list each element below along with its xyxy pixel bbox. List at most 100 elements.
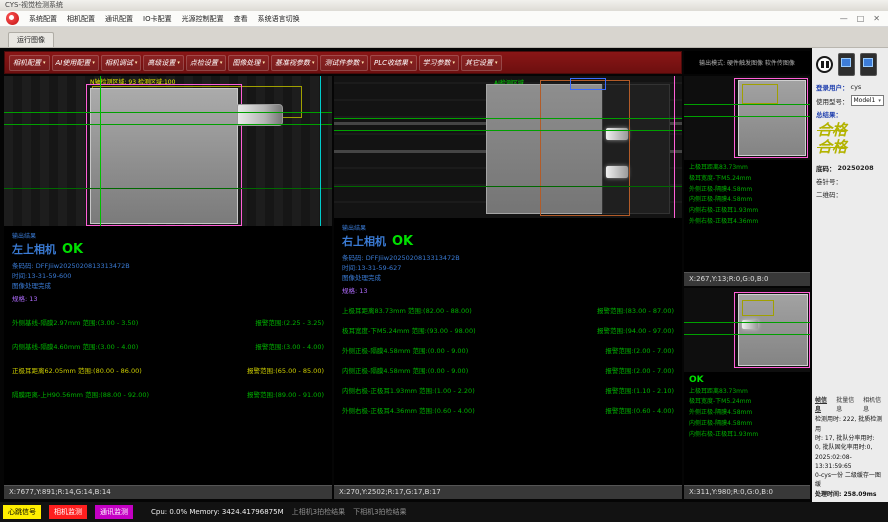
measure-line (684, 322, 810, 323)
measure-line (4, 112, 332, 113)
pause-button[interactable] (816, 56, 833, 73)
roi-rectangle-yellow (742, 300, 774, 316)
toolbar: 相机配置▾ AI使用配置▾ 相机调试▾ 高级设置▾ 点检设置▾ 图像处理▾ 基准… (4, 51, 682, 74)
ok-status: OK (689, 375, 805, 387)
camera-2-icon-button[interactable] (860, 53, 877, 76)
measure-line-vertical (100, 76, 101, 226)
camera-title: 左上相机 (12, 241, 56, 257)
stats-line: 0-cys一份 二级缓存一图缓 (815, 471, 886, 490)
measure-line (334, 118, 682, 119)
measurement-row: 极耳宽度-下M5.24mm 范围:(93.00 - 98.00)报警范围:(94… (342, 325, 674, 335)
qr-label: 二维码： (816, 189, 842, 199)
preview-camera-1: 上极耳距离83.73mm 极耳宽度-下M5.24mm 外侧正极-隔膜4.58mm… (684, 76, 810, 286)
measure-line (4, 188, 332, 189)
stats-tab-frame[interactable]: 帧信息 (815, 395, 832, 413)
time-line: 时间:13-31-59-627 (342, 263, 674, 273)
barcode-line: 条码码: DFFJiiw2025020813313472B (342, 253, 674, 263)
minimize-button[interactable]: — (840, 14, 848, 23)
trigger-mode-info: 输出模式: 硬件触发图像 软件传图像 (684, 51, 810, 74)
roi-rectangle-orange (540, 80, 630, 216)
measure-line (684, 116, 810, 117)
code-label: 底码： (816, 163, 836, 173)
stats-block: 帧信息 批量信息 相机信息 检测用时: 222, 批质检测用 时: 17, 批队… (815, 395, 886, 499)
heartbeat-indicator: 心跳信号 (3, 505, 41, 519)
menu-camera-config[interactable]: 相机配置 (67, 14, 95, 24)
menu-system-config[interactable]: 系统配置 (29, 14, 57, 24)
chevron-down-icon: ▾ (312, 60, 315, 66)
comm-monitor-indicator: 通讯监测 (95, 505, 133, 519)
menu-io-config[interactable]: IO卡配置 (143, 14, 172, 24)
measure-line (334, 130, 682, 131)
measurement-row: 外侧正极-隔膜4.58mm 范围:(0.00 - 9.00)报警范围:(2.00… (342, 345, 674, 355)
toolbar-spot-check-settings[interactable]: 点检设置▾ (186, 55, 227, 71)
right-camera-image[interactable]: AI检测区域 (334, 76, 682, 218)
chevron-down-icon: ▾ (495, 60, 498, 66)
stats-tab-batch[interactable]: 批量信息 (836, 395, 859, 413)
camera-1-icon-button[interactable] (838, 53, 855, 76)
preview-1-results: 上极耳距离83.73mm 极耳宽度-下M5.24mm 外侧正极-隔膜4.58mm… (684, 160, 810, 272)
measurement-row: 外侧基线-隔膜2.97mm 范围:(3.00 - 3.50)报警范围:(2.25… (12, 317, 324, 327)
measurement-row: 内侧正极-隔膜4.58mm 范围:(0.00 - 9.00)报警范围:(2.00… (342, 365, 674, 375)
stats-tab-camera[interactable]: 相机信息 (863, 395, 886, 413)
measure-line (334, 186, 682, 187)
window-controls: — □ ✕ (840, 14, 888, 23)
measurement-row-warning: 正极耳距离62.05mm 范围:(80.00 - 86.00)报警范围:(65.… (12, 365, 324, 375)
process-time-line: 处理时间: 258.09ms (815, 490, 886, 499)
measurement-row: 内侧基线-隔膜4.60mm 范围:(3.00 - 4.00)报警范围:(3.00… (12, 341, 324, 351)
stats-tabs: 帧信息 批量信息 相机信息 (815, 395, 886, 413)
spec-line: 规格: 13 (342, 285, 674, 295)
toolbar-baseline-params[interactable]: 基准视参数▾ (271, 55, 319, 71)
maximize-button[interactable]: □ (857, 14, 865, 23)
chevron-down-icon: ▾ (135, 60, 138, 66)
close-button[interactable]: ✕ (873, 14, 880, 23)
toolbar-advanced-settings[interactable]: 高级设置▾ (143, 55, 184, 71)
toolbar-camera-debug[interactable]: 相机调试▾ (101, 55, 142, 71)
menu-light-config[interactable]: 光源控制配置 (182, 14, 224, 24)
toolbar-image-processing[interactable]: 图像处理▾ (228, 55, 269, 71)
needle-label: 卷针号： (816, 176, 842, 186)
measurement-row: 上极耳距离83.73mm 范围:(82.00 - 88.00)报警范围:(83.… (342, 305, 674, 315)
roi-rectangle-yellow (742, 84, 778, 104)
user-label: 登录用户： (816, 82, 849, 92)
tab-run-image[interactable]: 运行图像 (8, 32, 54, 47)
model-label: 使用型号： (816, 96, 849, 106)
toolbar-ai-use-config[interactable]: AI使用配置▾ (52, 55, 99, 71)
preview-2-results: OK 上极耳距离83.73mm 极耳宽度-下M5.24mm 外侧正极-隔膜4.5… (684, 372, 810, 485)
left-camera-image[interactable]: N轴检测区域: 93 检测区域:100 (4, 76, 332, 226)
inspected-part (90, 88, 238, 224)
stats-line: 检测用时: 222, 批质检测用 (815, 415, 886, 434)
toolbar-test-piece-params[interactable]: 测试件参数▾ (320, 55, 368, 71)
left-pixel-coord-bar: X:7677,Y:891;R:14,G:14,B:14 (4, 485, 332, 499)
menu-language-switch[interactable]: 系统语言切换 (258, 14, 300, 24)
toolbar-camera-config[interactable]: 相机配置▾ (9, 55, 50, 71)
process-status: 图像处理完成 (342, 273, 674, 283)
measure-line (684, 104, 810, 105)
main-content: 相机配置▾ AI使用配置▾ 相机调试▾ 高级设置▾ 点检设置▾ 图像处理▾ 基准… (0, 48, 888, 502)
menu-comm-config[interactable]: 通讯配置 (105, 14, 133, 24)
stats-line: 0, 批队固化率用时:0, (815, 443, 886, 452)
preview-1-image[interactable] (684, 76, 810, 160)
window-title: CYS-视觉检测系统 (5, 1, 63, 9)
menubar: 系统配置 相机配置 通讯配置 IO卡配置 光源控制配置 查看 系统语言切换 — … (0, 11, 888, 27)
chevron-down-icon: ▾ (177, 60, 180, 66)
pause-icon (826, 61, 829, 68)
cpu-memory-status: Cpu: 0.0% Memory: 3424.41796875M (151, 508, 284, 516)
run-controls (816, 53, 885, 76)
total-result-label: 总结果： (816, 109, 842, 119)
preview-2-coord-bar: X:311,Y:980;R:0,G:0,B:0 (684, 485, 810, 499)
camera-monitor-indicator: 相机监测 (49, 505, 87, 519)
menu-view[interactable]: 查看 (234, 14, 248, 24)
chevron-down-icon: ▾ (220, 60, 223, 66)
titlebar: CYS-视觉检测系统 (0, 0, 888, 11)
preview-2-image[interactable] (684, 288, 810, 372)
model-select[interactable]: Model1 ▾ (851, 95, 884, 106)
preview-camera-2: OK 上极耳距离83.73mm 极耳宽度-下M5.24mm 外侧正极-隔膜4.5… (684, 288, 810, 499)
upper-camera-result-status: 上相机3拍检结果 (292, 507, 345, 517)
toolbar-other-settings[interactable]: 其它设置▾ (461, 55, 502, 71)
stats-line: 2025:02:08-13:31:59:65 (815, 453, 886, 472)
app-logo-icon (6, 12, 19, 25)
barcode-line: 条码码: DFFJiiw2025020813313472B (12, 261, 324, 271)
toolbar-learning-params[interactable]: 学习参数▾ (419, 55, 460, 71)
measure-line (4, 124, 332, 125)
toolbar-plc-results[interactable]: PLC收结果▾ (370, 55, 417, 71)
